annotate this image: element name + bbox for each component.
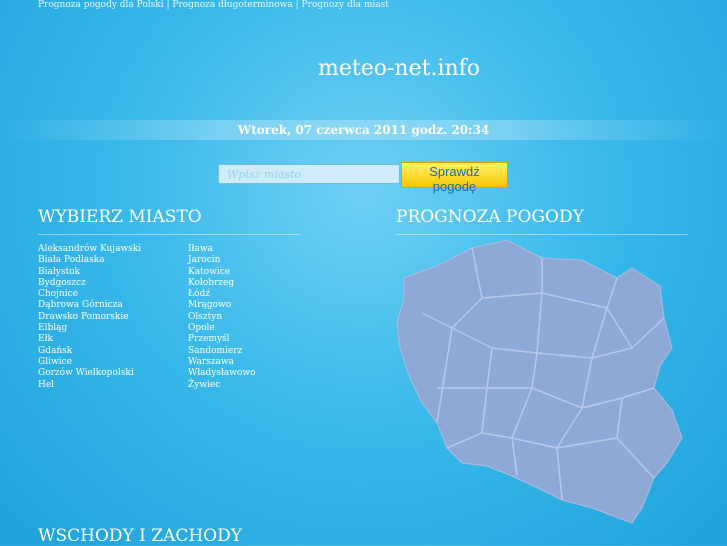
city-list-col1: Aleksandrów Kujawski Biała Podlaska Białys… (38, 244, 141, 391)
forecast-heading: PROGNOZA POGODY (396, 207, 584, 227)
divider (396, 234, 688, 235)
nav-link-cities[interactable]: Prognozy dla miast (302, 0, 389, 10)
date-bar: Wtorek, 07 czerwca 2011 godz. 20:34 (0, 120, 727, 140)
site-title[interactable]: meteo-net.info (318, 56, 480, 81)
separator: | (166, 0, 170, 10)
sunrise-sunset-heading: WSCHODY I ZACHODY (38, 526, 242, 546)
city-link[interactable]: Gdańsk (38, 346, 141, 357)
city-link[interactable]: Hel (38, 380, 141, 391)
check-weather-button[interactable]: Sprawdź pogodę (401, 162, 508, 194)
city-link[interactable]: Łódź (188, 289, 256, 300)
city-search-input[interactable] (218, 164, 400, 184)
city-link[interactable]: Sandomierz (188, 346, 256, 357)
city-link[interactable]: Elbląg (38, 323, 141, 334)
city-link[interactable]: Opole (188, 323, 256, 334)
city-link[interactable]: Kołobrzeg (188, 278, 256, 289)
divider (38, 234, 300, 235)
nav-link-poland[interactable]: Prognoza pogody dla Polski (38, 0, 164, 10)
city-link[interactable]: Biała Podlaska (38, 255, 141, 266)
city-link[interactable]: Dąbrowa Górnicza (38, 300, 141, 311)
city-list-col2: Iława Jarocin Katowice Kołobrzeg Łódź Mrągowo… (188, 244, 256, 391)
city-link[interactable]: Aleksandrów Kujawski (38, 244, 141, 255)
city-link[interactable]: Gorzów Wielkopolski (38, 368, 141, 379)
city-link[interactable]: Warszawa (188, 357, 256, 368)
city-link[interactable]: Bydgoszcz (38, 278, 141, 289)
city-link[interactable]: Białystok (38, 267, 141, 278)
city-link[interactable]: Ełk (38, 334, 141, 345)
city-link[interactable]: Władysławowo (188, 368, 256, 379)
city-link[interactable]: Katowice (188, 267, 256, 278)
cities-heading: WYBIERZ MIASTO (38, 207, 202, 227)
city-link[interactable]: Przemyśl (188, 334, 256, 345)
top-navigation: Prognoza pogody dla Polski | Prognoza dł… (38, 0, 389, 10)
poland-map[interactable] (392, 238, 687, 528)
city-link[interactable]: Iława (188, 244, 256, 255)
city-link[interactable]: Mrągowo (188, 300, 256, 311)
city-link[interactable]: Chojnice (38, 289, 141, 300)
separator: | (295, 0, 299, 10)
nav-link-long-term[interactable]: Prognoza długoterminowa (172, 0, 292, 10)
city-link[interactable]: Olsztyn (188, 312, 256, 323)
city-link[interactable]: Żywiec (188, 380, 256, 391)
poland-shape[interactable] (396, 239, 683, 524)
city-link[interactable]: Gliwice (38, 357, 141, 368)
city-link[interactable]: Drawsko Pomorskie (38, 312, 141, 323)
city-link[interactable]: Jarocin (188, 255, 256, 266)
